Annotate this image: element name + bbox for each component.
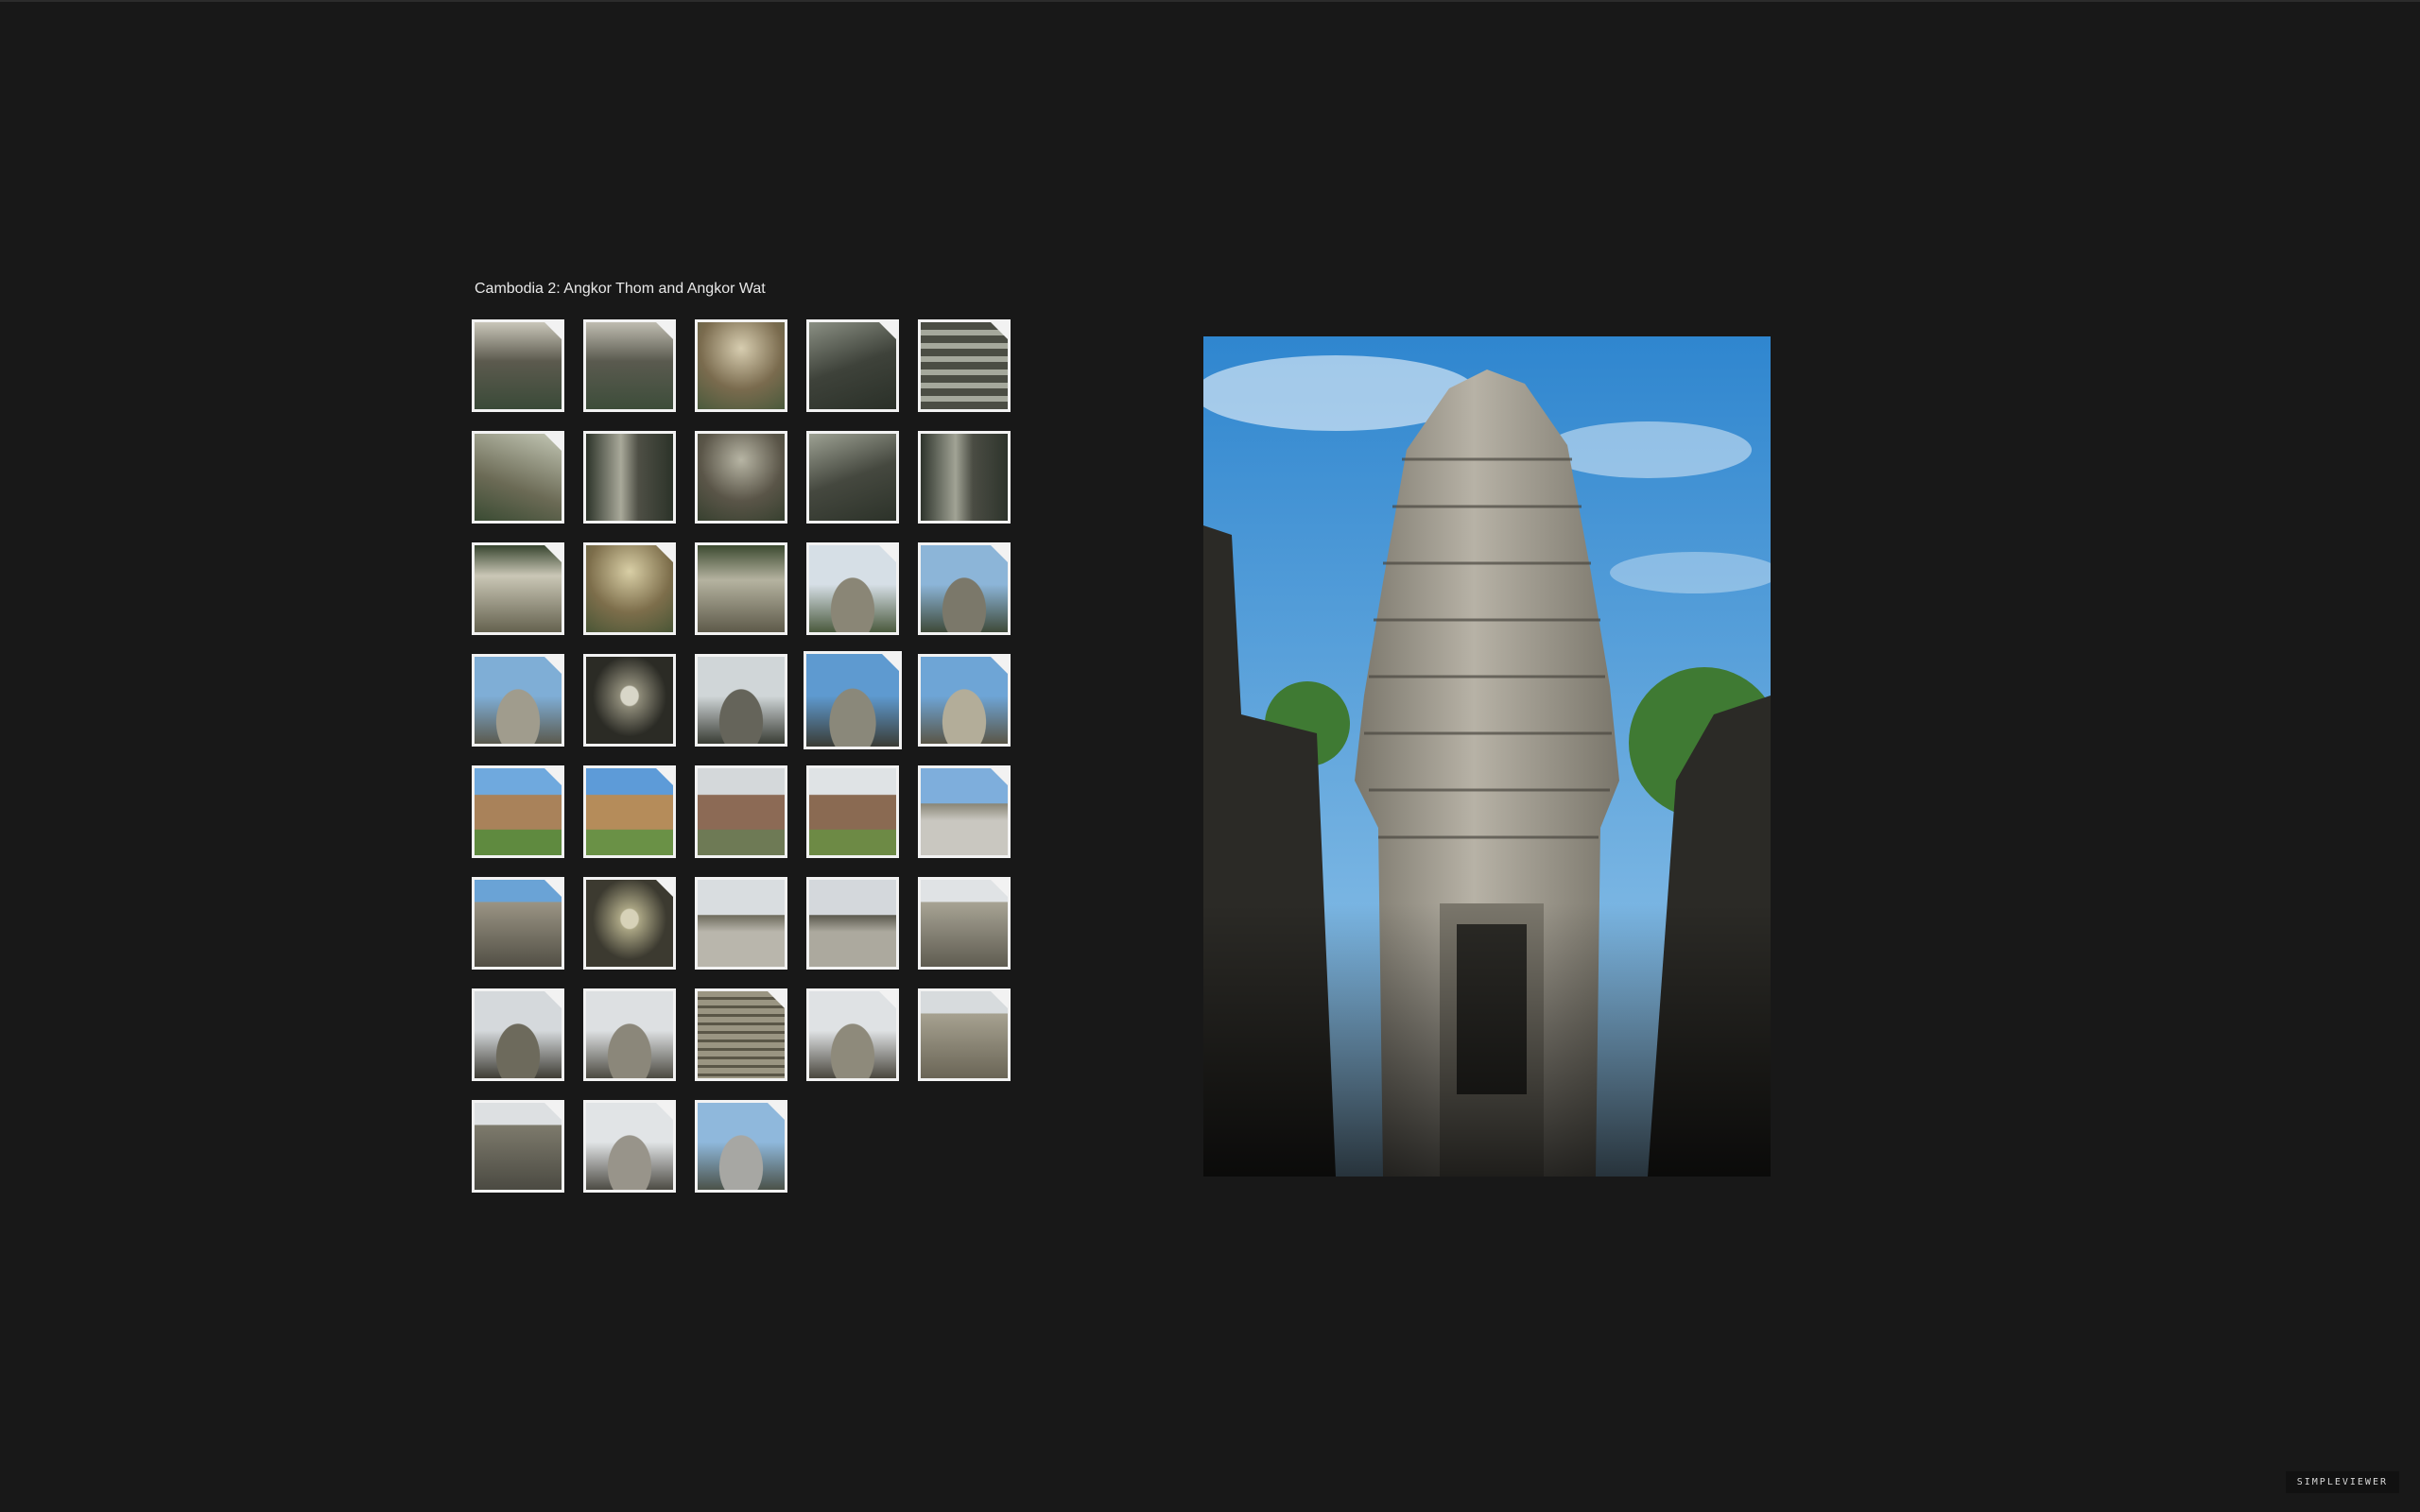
thumbnail-image (809, 434, 896, 521)
page-curl-corner (656, 1103, 673, 1120)
page-curl-corner (879, 322, 896, 339)
page-curl-corner (656, 768, 673, 785)
page-curl-corner (656, 322, 673, 339)
thumbnail-image (809, 768, 896, 855)
page-curl-corner (882, 654, 899, 671)
thumbnail[interactable] (806, 319, 899, 412)
page-curl-corner (544, 434, 562, 451)
page-curl-corner (544, 322, 562, 339)
page-curl-corner (544, 545, 562, 562)
thumbnail[interactable] (918, 431, 1011, 524)
gallery-page: Cambodia 2: Angkor Thom and Angkor Wat S… (0, 0, 2420, 1512)
ground-shadow (1203, 903, 1771, 1177)
page-curl-corner (991, 322, 1008, 339)
page-curl-corner (991, 545, 1008, 562)
page-curl-corner (544, 991, 562, 1008)
thumbnail-image (698, 434, 785, 521)
thumbnail[interactable] (695, 319, 787, 412)
thumbnail[interactable] (695, 654, 787, 747)
thumbnail[interactable] (806, 877, 899, 970)
thumbnail-image (698, 657, 785, 744)
page-curl-corner (656, 545, 673, 562)
page-curl-corner (544, 768, 562, 785)
thumbnail-image (698, 322, 785, 409)
thumbnail-image (586, 657, 673, 744)
thumbnail[interactable] (806, 542, 899, 635)
thumbnail-image (586, 434, 673, 521)
page-curl-corner (768, 1103, 785, 1120)
thumbnail[interactable] (472, 988, 564, 1081)
thumbnail[interactable] (583, 431, 676, 524)
thumbnail[interactable] (695, 542, 787, 635)
thumbnail-image (698, 545, 785, 632)
page-curl-corner (991, 991, 1008, 1008)
page-curl-corner (544, 657, 562, 674)
thumbnail[interactable] (918, 765, 1011, 858)
thumbnail-image (809, 880, 896, 967)
thumbnail[interactable] (695, 988, 787, 1081)
page-curl-corner (991, 657, 1008, 674)
page-curl-corner (768, 991, 785, 1008)
simpleviewer-logo[interactable]: SIMPLEVIEWER (2285, 1471, 2399, 1493)
thumbnail[interactable] (583, 1100, 676, 1193)
thumbnail[interactable] (918, 654, 1011, 747)
thumbnail[interactable] (472, 319, 564, 412)
cloud (1544, 421, 1752, 478)
thumbnail[interactable] (583, 319, 676, 412)
thumbnail[interactable] (806, 431, 899, 524)
thumbnail-image (698, 768, 785, 855)
thumbnail[interactable] (472, 1100, 564, 1193)
thumbnail-image (921, 434, 1008, 521)
thumbnail[interactable] (806, 988, 899, 1081)
thumbnail[interactable] (918, 319, 1011, 412)
thumbnail[interactable] (583, 988, 676, 1081)
thumbnail[interactable] (472, 877, 564, 970)
main-photo (1203, 336, 1771, 1177)
thumbnail-grid (472, 319, 1015, 1193)
page-curl-corner (544, 880, 562, 897)
gallery-title: Cambodia 2: Angkor Thom and Angkor Wat (475, 281, 766, 297)
thumbnail[interactable] (583, 877, 676, 970)
page-curl-corner (544, 1103, 562, 1120)
thumbnail[interactable] (695, 1100, 787, 1193)
thumbnail-image (586, 991, 673, 1078)
thumbnail-image (698, 880, 785, 967)
page-curl-corner (656, 880, 673, 897)
thumbnail[interactable] (918, 988, 1011, 1081)
thumbnail[interactable] (918, 877, 1011, 970)
page-curl-corner (991, 768, 1008, 785)
thumbnail[interactable] (918, 542, 1011, 635)
page-curl-corner (879, 545, 896, 562)
thumbnail[interactable] (583, 765, 676, 858)
page-curl-corner (879, 991, 896, 1008)
main-image-viewer[interactable] (1203, 336, 1771, 1177)
thumbnail[interactable] (804, 651, 902, 749)
thumbnail[interactable] (472, 765, 564, 858)
thumbnail[interactable] (472, 431, 564, 524)
thumbnail[interactable] (472, 542, 564, 635)
thumbnail[interactable] (583, 654, 676, 747)
page-curl-corner (991, 880, 1008, 897)
thumbnail[interactable] (695, 877, 787, 970)
thumbnail[interactable] (583, 542, 676, 635)
top-edge-divider (0, 0, 2420, 2)
thumbnail[interactable] (806, 765, 899, 858)
thumbnail[interactable] (472, 654, 564, 747)
thumbnail[interactable] (695, 431, 787, 524)
thumbnail[interactable] (695, 765, 787, 858)
